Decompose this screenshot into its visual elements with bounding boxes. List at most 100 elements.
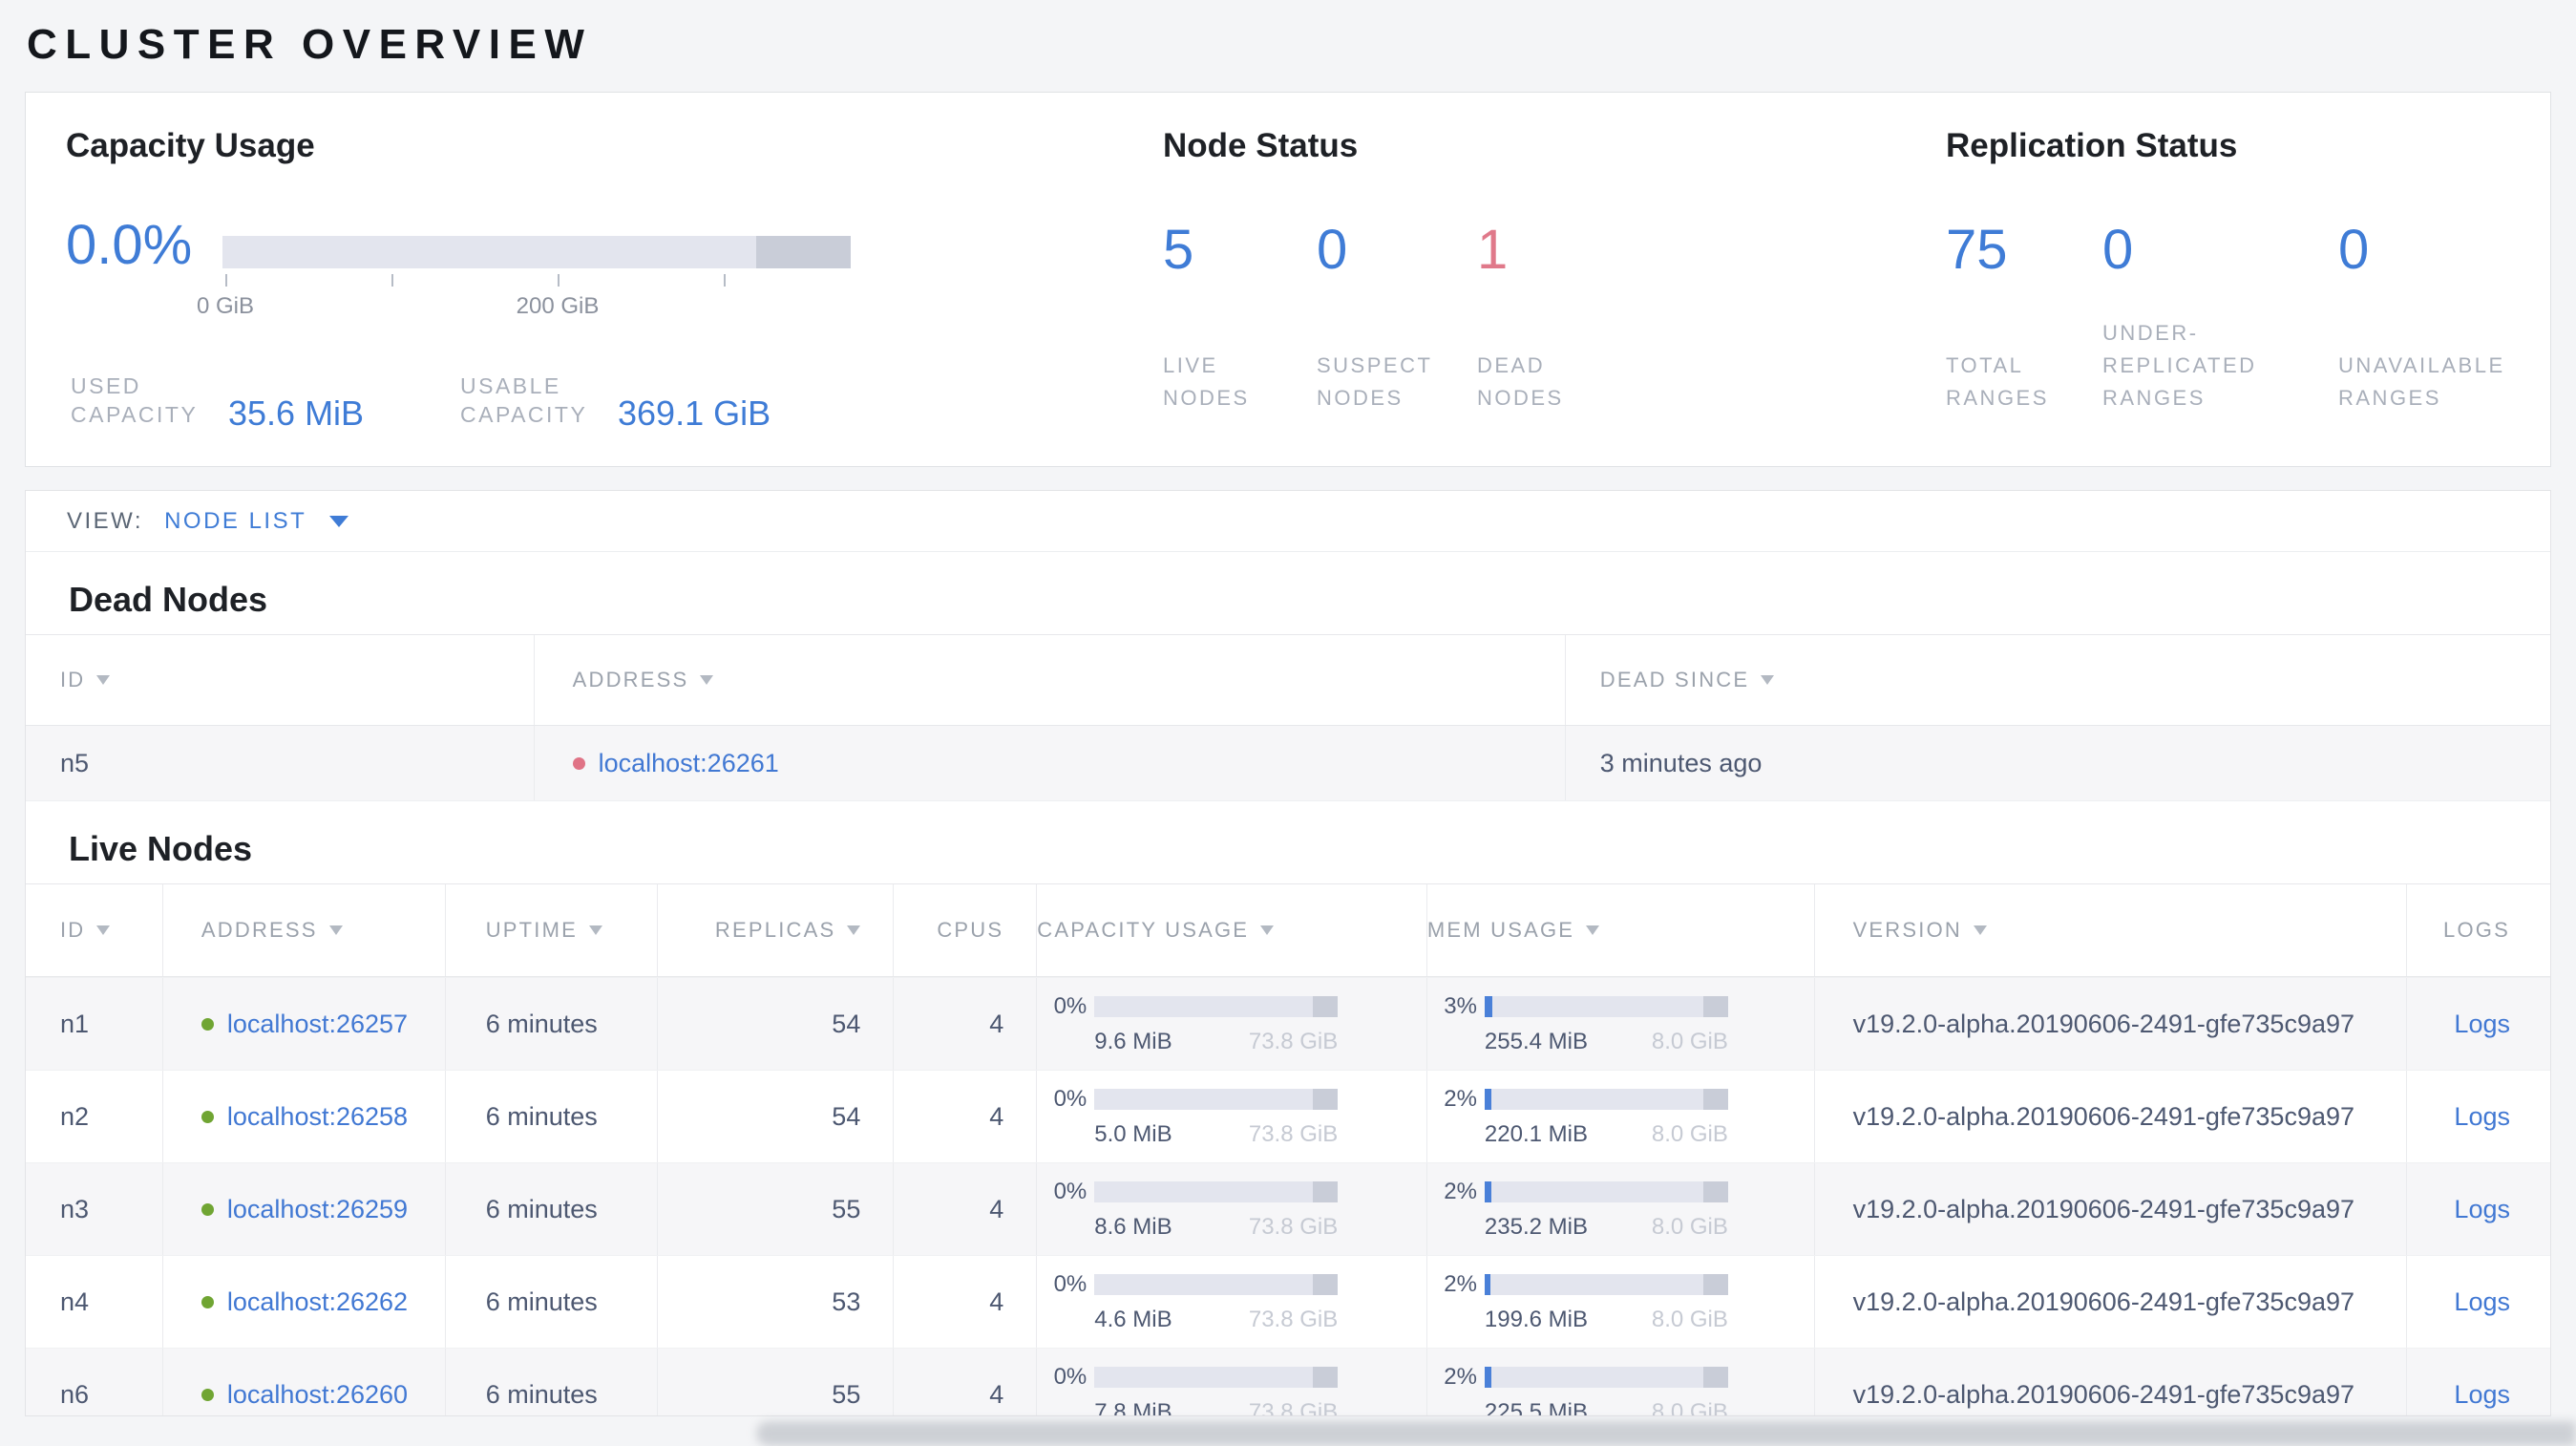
- logs-link[interactable]: Logs: [2454, 1287, 2510, 1317]
- column-header-label: LOGS: [2443, 918, 2510, 942]
- column-header-id[interactable]: ID: [26, 635, 535, 725]
- dead-nodes-title: Dead Nodes: [69, 580, 268, 619]
- node-id-cell: n6: [26, 1349, 163, 1415]
- stat-value: 5: [1163, 219, 1194, 281]
- uptime-cell: 6 minutes: [446, 1349, 658, 1415]
- node-address-link[interactable]: localhost:26258: [227, 1102, 408, 1132]
- sort-arrow-icon: [1586, 925, 1600, 935]
- live-node-row: n2 localhost:26258 6 minutes 54 4 0% 5.0…: [26, 1070, 2550, 1162]
- axis-tick: [724, 274, 726, 287]
- mem-usage-cell: 2% 220.1 MiB 8.0 GiB: [1427, 1071, 1815, 1162]
- memory-total-value: 8.0 GiB: [1651, 1398, 1728, 1416]
- memory-used-value: 235.2 MiB: [1484, 1213, 1588, 1240]
- column-header-version[interactable]: VERSION: [1815, 884, 2408, 976]
- stat-label: UNAVAILABLE RANGES: [2338, 352, 2505, 410]
- column-header-replicas[interactable]: REPLICAS: [658, 884, 895, 976]
- capacity-bar-reserved-segment: [1313, 995, 1339, 1017]
- capacity-used-value: 5.0 MiB: [1094, 1120, 1172, 1147]
- chevron-down-icon[interactable]: [329, 515, 349, 527]
- summary-stat: 75 TOTAL RANGES: [1946, 223, 2070, 415]
- version-cell: v19.2.0-alpha.20190606-2491-gfe735c9a97: [1815, 1071, 2408, 1162]
- logs-link[interactable]: Logs: [2454, 1010, 2510, 1039]
- version-cell: v19.2.0-alpha.20190606-2491-gfe735c9a97: [1815, 1256, 2408, 1348]
- capacity-percent: 0%: [1053, 992, 1087, 1019]
- mem-bar-reserved-segment: [1702, 995, 1728, 1017]
- column-header-uptime[interactable]: UPTIME: [446, 884, 658, 976]
- column-header-address[interactable]: ADDRESS: [535, 635, 1566, 725]
- version-cell: v19.2.0-alpha.20190606-2491-gfe735c9a97: [1815, 978, 2408, 1070]
- used-capacity-stat: USED CAPACITY 35.6 MiB: [71, 372, 364, 433]
- stat-value: 0: [1317, 219, 1348, 281]
- cluster-summary-panel: Capacity Usage 0.0% 0 GiB 200 GiB USED C…: [25, 92, 2551, 467]
- memory-percent: 2%: [1444, 1178, 1477, 1204]
- memory-percent: 3%: [1444, 992, 1477, 1019]
- axis-tick-label: 200 GiB: [516, 293, 600, 319]
- node-address-link[interactable]: localhost:26259: [227, 1195, 408, 1224]
- sort-arrow-icon: [1761, 675, 1775, 685]
- usable-capacity-stat: USABLE CAPACITY 369.1 GiB: [460, 372, 771, 433]
- stat-label: TOTAL RANGES: [1946, 352, 2049, 410]
- logs-link[interactable]: Logs: [2454, 1102, 2510, 1132]
- node-address-cell: localhost:26260: [163, 1349, 446, 1415]
- node-address-link[interactable]: localhost:26261: [599, 749, 779, 778]
- column-header-address[interactable]: ADDRESS: [163, 884, 446, 976]
- column-header-id[interactable]: ID: [26, 884, 163, 976]
- capacity-axis: 0 GiB 200 GiB: [197, 274, 851, 331]
- used-capacity-value: 35.6 MiB: [228, 393, 365, 433]
- dead-nodes-table-header: ID ADDRESS DEAD SINCE: [26, 634, 2550, 726]
- node-address-link[interactable]: localhost:26262: [227, 1287, 408, 1317]
- stat-value: 0: [2338, 219, 2370, 281]
- replicas-cell: 54: [658, 1071, 895, 1162]
- live-status-icon: [201, 1017, 214, 1031]
- horizontal-scrollbar-thumb[interactable]: [756, 1421, 2576, 1446]
- capacity-used-percent: 0.0%: [66, 214, 193, 276]
- live-node-row: n6 localhost:26260 6 minutes 55 4 0% 7.8…: [26, 1348, 2550, 1416]
- node-id-cell: n5: [26, 726, 535, 800]
- capacity-percent: 0%: [1053, 1178, 1087, 1204]
- column-header-memory[interactable]: MEM USAGE: [1427, 884, 1815, 976]
- logs-link[interactable]: Logs: [2454, 1380, 2510, 1410]
- view-mode-dropdown[interactable]: NODE LIST: [164, 508, 306, 535]
- mem-usage-cell: 2% 199.6 MiB 8.0 GiB: [1427, 1256, 1815, 1348]
- mem-bar-fill: [1484, 1088, 1491, 1110]
- mem-usage-bar: [1484, 1180, 1728, 1202]
- column-header-cpus[interactable]: CPUS: [894, 884, 1038, 976]
- live-nodes-table-body: n1 localhost:26257 6 minutes 54 4 0% 9.6…: [26, 977, 2550, 1416]
- column-header-dead_since[interactable]: DEAD SINCE: [1566, 635, 2550, 725]
- uptime-cell: 6 minutes: [446, 1071, 658, 1162]
- logs-cell: Logs: [2407, 1349, 2550, 1415]
- sort-arrow-icon: [96, 675, 111, 685]
- mem-bar-reserved-segment: [1702, 1180, 1728, 1202]
- memory-used-value: 225.5 MiB: [1484, 1398, 1588, 1416]
- view-label: VIEW:: [67, 507, 144, 534]
- stat-label: LIVE NODES: [1163, 352, 1250, 410]
- dead-status-icon: [572, 756, 585, 770]
- axis-tick-label: 0 GiB: [196, 293, 255, 319]
- cpus-cell: 4: [894, 1349, 1038, 1415]
- capacity-total-value: 73.8 GiB: [1248, 1120, 1339, 1147]
- capacity-used-value: 7.8 MiB: [1094, 1398, 1172, 1416]
- capacity-used-value: 4.6 MiB: [1094, 1306, 1172, 1332]
- summary-stat: 5 LIVE NODES: [1163, 223, 1277, 415]
- mem-usage-bar: [1484, 1273, 1728, 1295]
- live-node-row: n4 localhost:26262 6 minutes 53 4 0% 4.6…: [26, 1255, 2550, 1348]
- column-header-logs[interactable]: LOGS: [2407, 884, 2550, 976]
- mem-bar-fill: [1484, 1180, 1492, 1202]
- node-address-link[interactable]: localhost:26257: [227, 1010, 408, 1039]
- cpus-cell: 4: [894, 1163, 1038, 1255]
- memory-used-value: 220.1 MiB: [1484, 1120, 1588, 1147]
- capacity-total-value: 73.8 GiB: [1248, 1398, 1339, 1416]
- logs-cell: Logs: [2407, 1163, 2550, 1255]
- column-header-capacity[interactable]: CAPACITY USAGE: [1037, 884, 1427, 976]
- axis-tick: [558, 274, 560, 287]
- column-header-label: MEM USAGE: [1426, 918, 1575, 942]
- mem-bar-reserved-segment: [1702, 1273, 1728, 1295]
- capacity-percent: 0%: [1053, 1363, 1087, 1390]
- node-address-link[interactable]: localhost:26260: [227, 1380, 408, 1410]
- usable-capacity-value: 369.1 GiB: [618, 393, 771, 433]
- memory-total-value: 8.0 GiB: [1651, 1120, 1728, 1147]
- stat-value: 1: [1477, 219, 1509, 281]
- logs-link[interactable]: Logs: [2454, 1195, 2510, 1224]
- memory-used-value: 199.6 MiB: [1484, 1306, 1588, 1332]
- capacity-usage-cell: 0% 7.8 MiB 73.8 GiB: [1037, 1349, 1427, 1416]
